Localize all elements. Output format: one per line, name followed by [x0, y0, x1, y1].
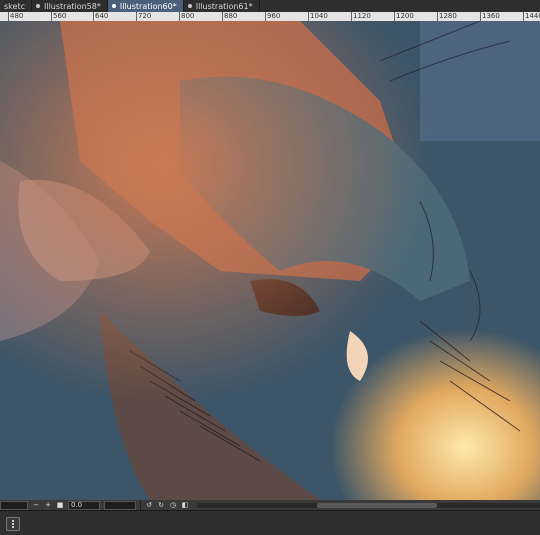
tab-label: Illustration61* [195, 1, 253, 11]
zoom-out-button[interactable]: − [32, 501, 40, 509]
dot-icon [12, 520, 14, 522]
tab-illustration60[interactable]: Illustration60* [107, 0, 184, 12]
ruler-tick: 1040 [308, 12, 328, 21]
ruler-tick: 1120 [351, 12, 371, 21]
document-tab-bar: sketc Illustration58* Illustration60* Il… [0, 0, 540, 12]
navigator-field[interactable] [0, 500, 28, 510]
tab-label: Illustration58* [43, 1, 101, 11]
zoom-in-button[interactable]: + [44, 501, 52, 509]
tab-illustration58[interactable]: Illustration58* [32, 0, 108, 12]
ruler-tick: 1440 [523, 12, 540, 21]
canvas-control-bar: − + ■ 0.0 ↺ ↻ ◷ ◧ [0, 500, 540, 510]
panel-menu-button[interactable] [6, 517, 20, 531]
dot-icon [12, 523, 14, 525]
artwork [0, 21, 540, 500]
tab-label: Illustration60* [119, 1, 177, 11]
ruler-tick: 1360 [480, 12, 500, 21]
flip-icon[interactable]: ◧ [181, 501, 189, 509]
modified-dot-icon [35, 4, 40, 8]
modified-dot-icon [111, 4, 116, 8]
horizontal-scrollbar[interactable] [197, 502, 540, 508]
tab-sketch[interactable]: sketc [0, 0, 32, 12]
fit-icon[interactable]: ■ [56, 501, 64, 509]
scrollbar-thumb[interactable] [317, 502, 437, 508]
dot-icon [12, 526, 14, 528]
modified-dot-icon [187, 4, 192, 8]
rotate-left-icon[interactable]: ↺ [145, 501, 153, 509]
drawing-canvas[interactable] [0, 21, 540, 500]
ruler-tick: 720 [136, 12, 152, 21]
tab-illustration61[interactable]: Illustration61* [184, 0, 260, 12]
status-bar [0, 510, 540, 535]
ruler-tick: 1280 [437, 12, 457, 21]
ruler-tick: 560 [51, 12, 67, 21]
tab-label: sketc [4, 1, 25, 11]
separator [140, 500, 141, 510]
zoom-value-field[interactable]: 0.0 [68, 500, 100, 510]
ruler-tick: 480 [8, 12, 24, 21]
ruler-tick: 800 [179, 12, 195, 21]
reset-rotation-icon[interactable]: ◷ [169, 501, 177, 509]
rotation-field[interactable] [104, 500, 136, 510]
ruler-tick: 1200 [394, 12, 414, 21]
rotate-right-icon[interactable]: ↻ [157, 501, 165, 509]
ruler-tick: 880 [222, 12, 238, 21]
ruler-tick: 960 [265, 12, 281, 21]
ruler-tick: 640 [93, 12, 109, 21]
